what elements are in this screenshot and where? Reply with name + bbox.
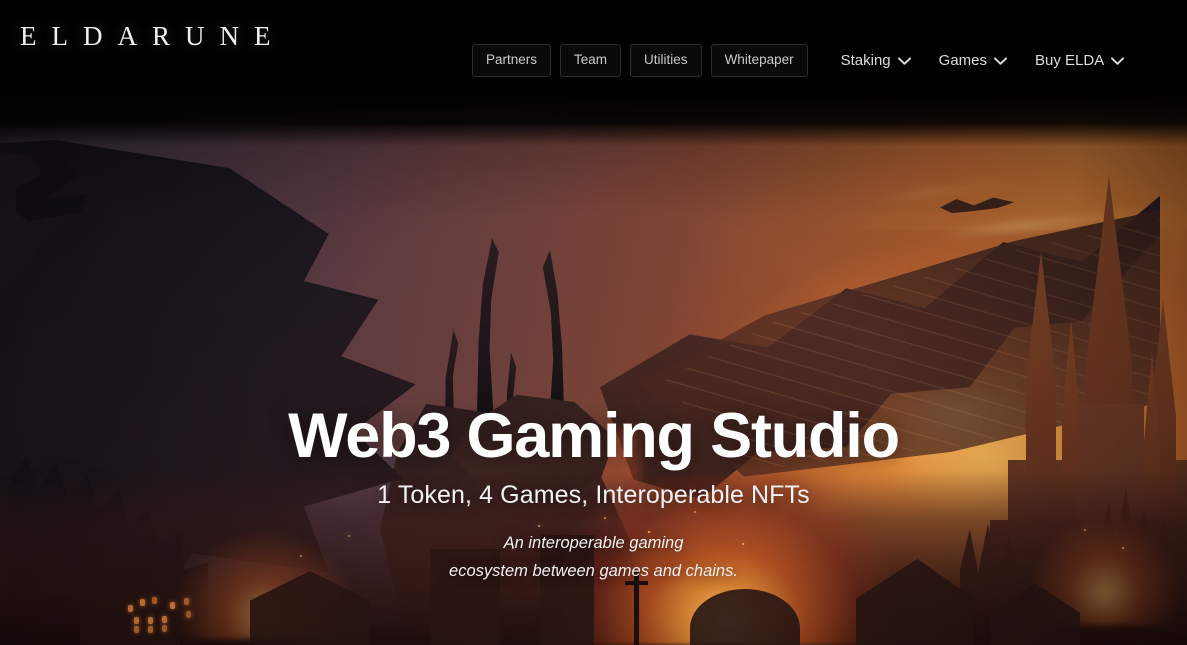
nav-item-partners[interactable]: Partners — [472, 44, 552, 77]
nav-dropdown-buy-elda-label: Buy ELDA — [1035, 52, 1105, 69]
nav-dropdown-staking-label: Staking — [840, 52, 891, 69]
main-navigation: Partners Team Utilities Whitepaper Staki… — [472, 44, 1128, 77]
nav-item-utilities[interactable]: Utilities — [630, 44, 702, 77]
chevron-down-icon — [897, 56, 911, 65]
nav-dropdown-games[interactable]: Games — [935, 44, 1011, 77]
site-header: ELDARUNE Partners Team Utilities Whitepa… — [0, 0, 1187, 146]
logo-eldarune[interactable]: ELDARUNE — [20, 22, 285, 50]
page-root: Web3 Gaming Studio 1 Token, 4 Games, Int… — [0, 0, 1187, 645]
nav-item-team[interactable]: Team — [560, 44, 622, 77]
chevron-down-icon — [994, 56, 1007, 65]
nav-dropdown-staking[interactable]: Staking — [837, 44, 915, 77]
chevron-down-icon — [1111, 56, 1125, 65]
nav-item-whitepaper[interactable]: Whitepaper — [710, 44, 808, 77]
nav-dropdown-buy-elda[interactable]: Buy ELDA — [1031, 44, 1128, 77]
nav-dropdown-games-label: Games — [938, 52, 988, 69]
